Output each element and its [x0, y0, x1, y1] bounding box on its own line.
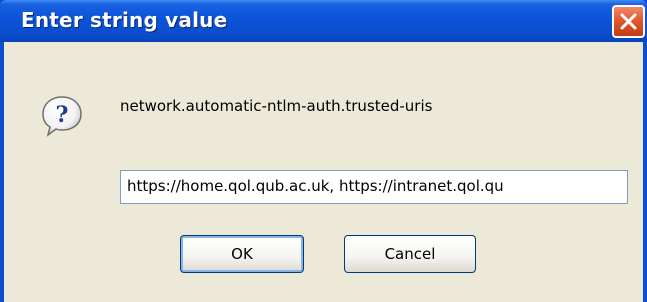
question-icon: ?: [42, 96, 82, 137]
cancel-button[interactable]: Cancel: [344, 235, 476, 273]
dialog-title: Enter string value: [21, 8, 228, 32]
dialog-window: Enter string value ? network.automatic-n…: [0, 0, 647, 302]
ok-button[interactable]: OK: [180, 235, 304, 273]
dialog-body: ? network.automatic-ntlm-auth.trusted-ur…: [4, 42, 643, 302]
close-button[interactable]: [612, 5, 645, 38]
svg-text:?: ?: [56, 102, 69, 128]
string-value-input[interactable]: https://home.qol.qub.ac.uk, https://intr…: [120, 170, 628, 204]
close-icon: [620, 13, 637, 30]
preference-name: network.automatic-ntlm-auth.trusted-uris: [120, 97, 433, 115]
title-bar[interactable]: Enter string value: [0, 0, 647, 42]
